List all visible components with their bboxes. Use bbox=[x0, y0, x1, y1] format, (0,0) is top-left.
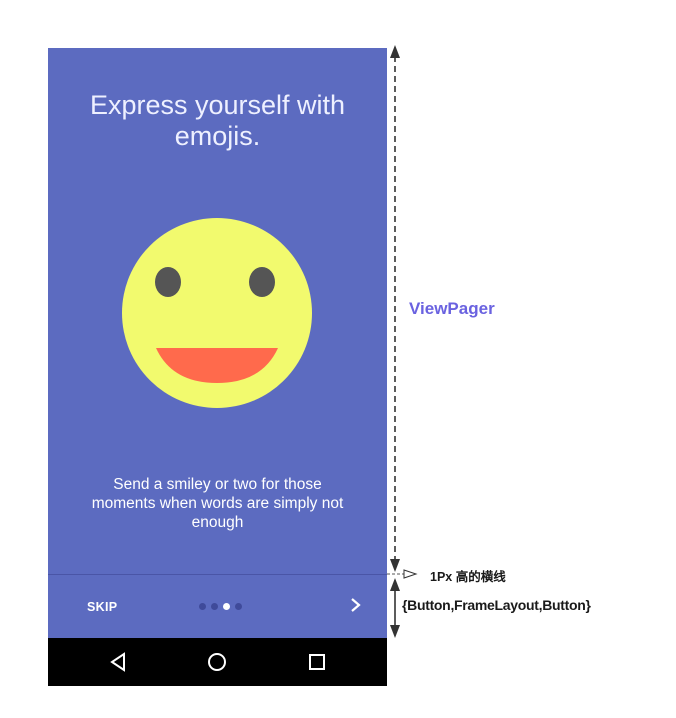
bottom-bar-annotation-label: {Button,FrameLayout,Button} bbox=[402, 597, 591, 613]
arrow-down-head bbox=[390, 559, 400, 572]
arrow-up-head bbox=[390, 45, 400, 58]
bar-arrow-up-head bbox=[390, 578, 400, 591]
divider-annotation-label: 1Px 高的横线 bbox=[430, 570, 506, 584]
divider-pointer-head bbox=[403, 569, 418, 579]
viewpager-annotation-label: ViewPager bbox=[409, 299, 495, 318]
bar-arrow-down-head bbox=[390, 625, 400, 638]
